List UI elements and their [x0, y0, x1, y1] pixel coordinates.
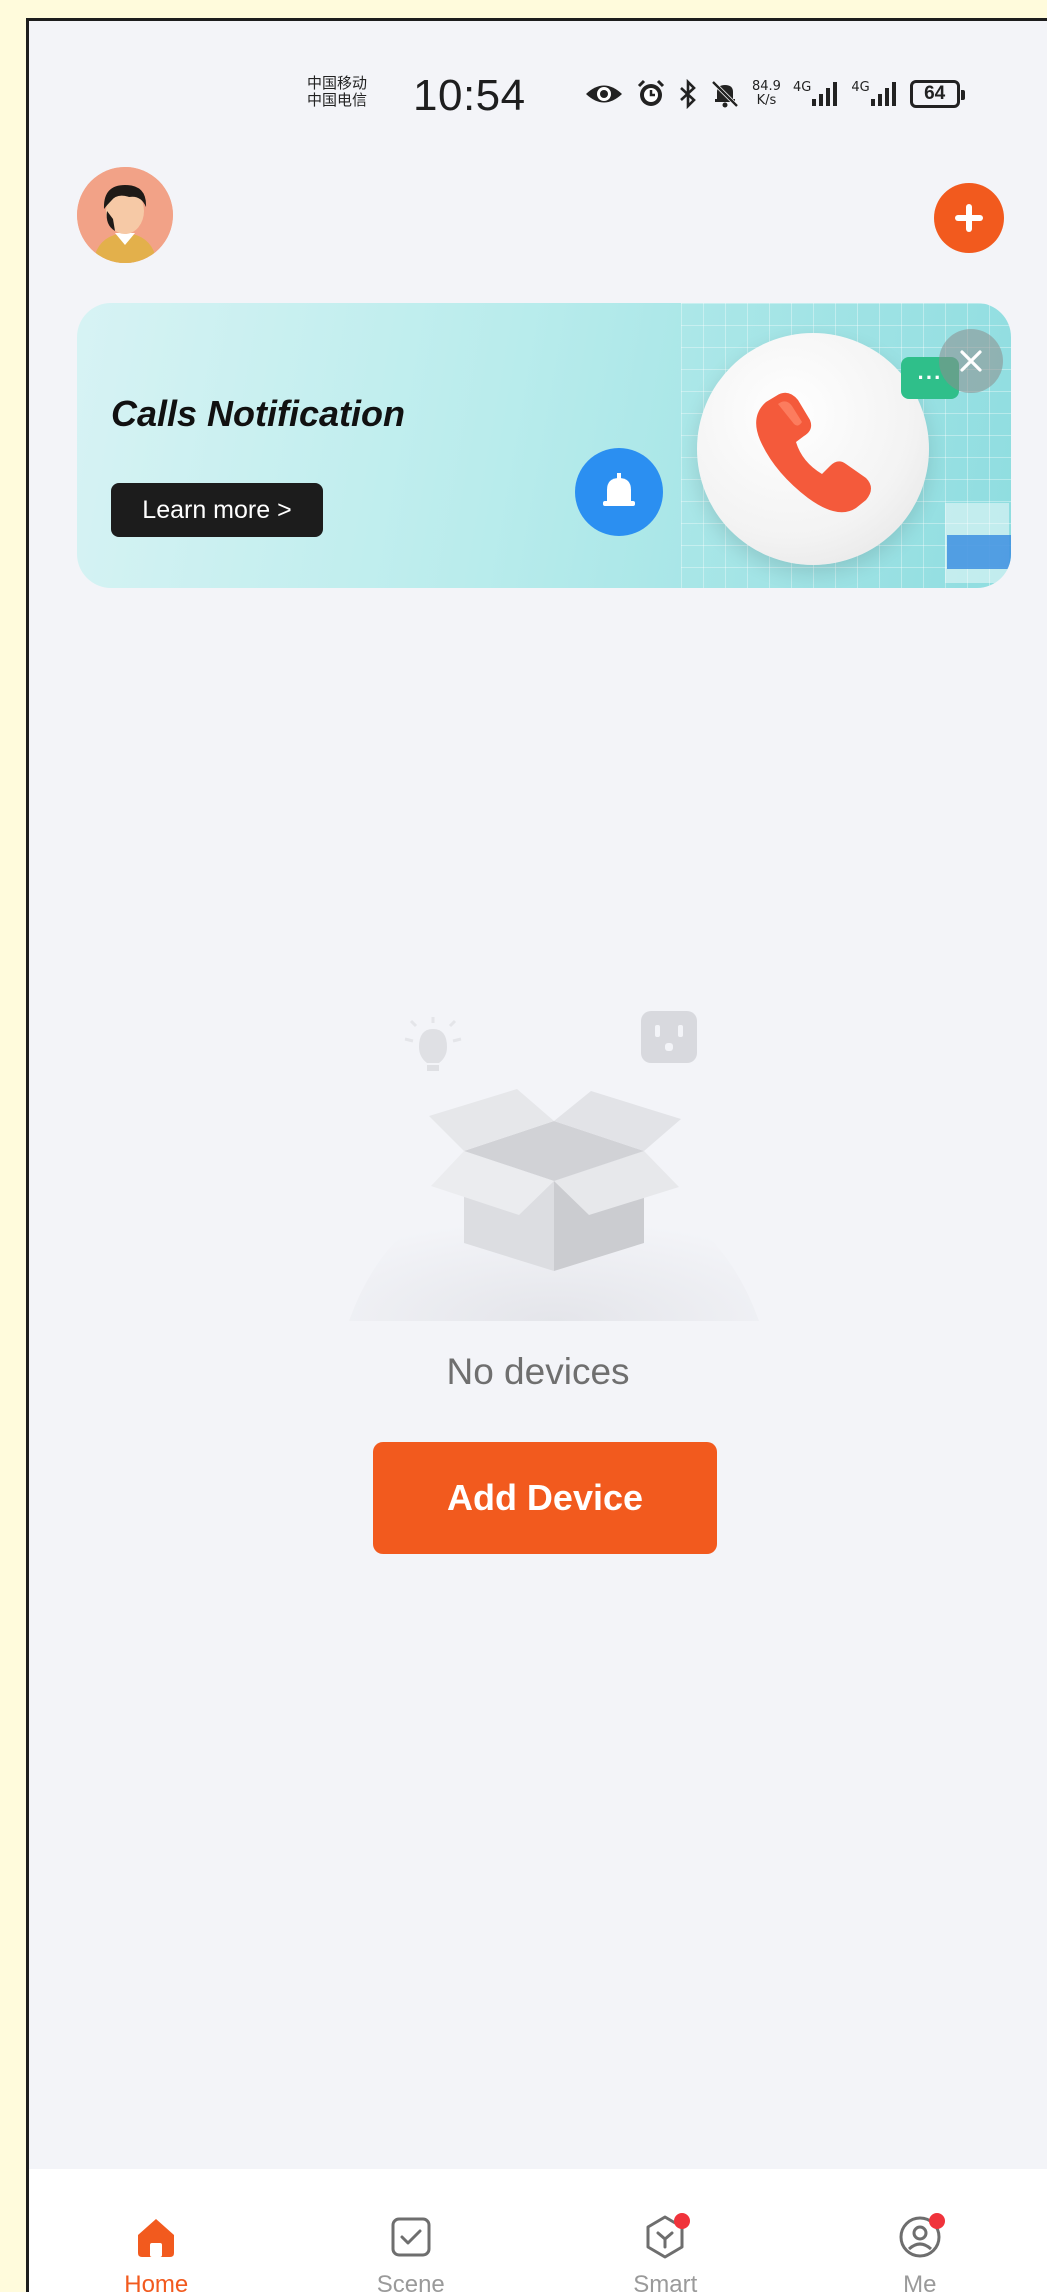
chat-bubble-text: ···: [917, 365, 943, 390]
nav-smart-label: Smart: [633, 2271, 698, 2292]
banner-decoration-blue: [947, 535, 1011, 569]
carrier-1: 中国移动: [307, 74, 368, 92]
add-button[interactable]: [934, 183, 1004, 253]
battery-indicator: 64: [909, 80, 965, 108]
home-icon: [129, 2213, 183, 2261]
bottom-nav: Home Scene Smart Me: [29, 2169, 1047, 2292]
phone-icon: [697, 333, 929, 565]
plus-icon: [955, 204, 983, 232]
network-speed: 84.9 K/s: [752, 80, 781, 108]
empty-box-icon: [319, 981, 789, 1321]
close-banner-button[interactable]: [939, 329, 1003, 393]
app-screen: 中国移动 中国电信 10:54 84.9 K/s 4G 4G 64 Calls …: [26, 18, 1047, 2292]
me-notification-badge: [928, 2213, 945, 2229]
profile-icon: [893, 2213, 947, 2261]
nav-home-label: Home: [124, 2271, 189, 2292]
status-time: 10:54: [413, 71, 526, 120]
status-icons: 84.9 K/s 4G 4G 64: [584, 79, 965, 109]
learn-more-button[interactable]: Learn more >: [111, 483, 323, 537]
smart-icon: [638, 2213, 692, 2261]
nav-home[interactable]: Home: [29, 2169, 284, 2292]
signal-icon: 4G: [851, 81, 897, 107]
speed-value: 84.9: [752, 79, 781, 94]
status-bar: 中国移动 中国电信 10:54 84.9 K/s 4G 4G 64: [29, 21, 1047, 201]
speed-unit: K/s: [756, 93, 777, 108]
add-device-button[interactable]: Add Device: [373, 1442, 717, 1554]
nav-scene[interactable]: Scene: [284, 2169, 539, 2292]
carrier-info: 中国移动 中国电信: [307, 75, 367, 109]
nav-me-label: Me: [903, 2271, 937, 2292]
user-avatar[interactable]: [77, 167, 173, 263]
network-type-2: 4G: [851, 80, 870, 95]
scene-icon: [384, 2213, 438, 2261]
nav-scene-label: Scene: [376, 2271, 445, 2292]
alarm-icon: [636, 79, 666, 109]
signal-icon: 4G: [793, 81, 839, 107]
nav-me[interactable]: Me: [793, 2169, 1047, 2292]
banner-title: Calls Notification: [111, 393, 406, 434]
battery-level: 64: [924, 83, 946, 104]
empty-state-message: No devices: [446, 1351, 630, 1392]
alarm-bell-icon: [575, 448, 663, 536]
promo-banner[interactable]: Calls Notification Learn more > ···: [77, 303, 1011, 588]
network-type-1: 4G: [792, 80, 812, 95]
eye-icon: [584, 81, 624, 107]
mute-icon: [710, 79, 740, 109]
close-icon: [960, 350, 982, 372]
nav-smart[interactable]: Smart: [538, 2169, 793, 2292]
bluetooth-icon: [678, 79, 698, 109]
carrier-2: 中国电信: [307, 91, 368, 109]
